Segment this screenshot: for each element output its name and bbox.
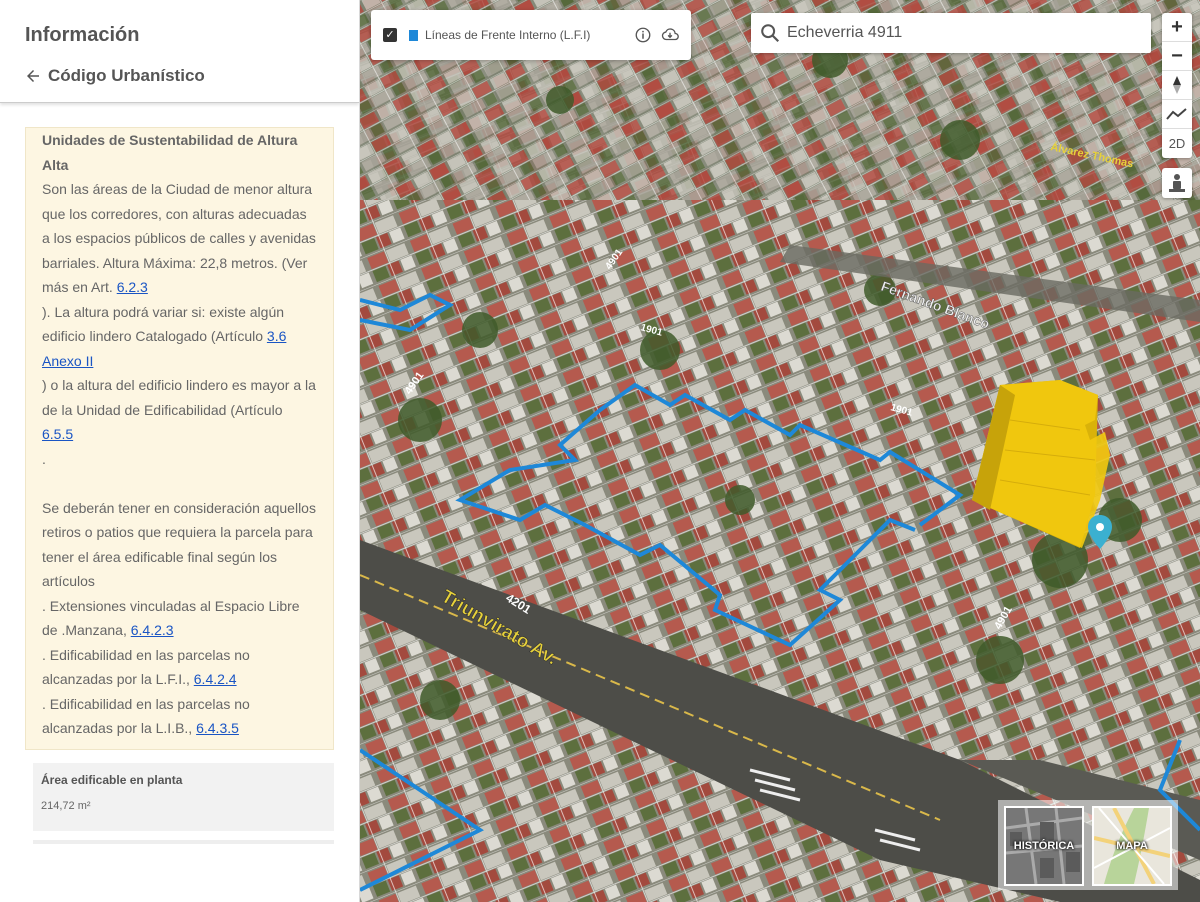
basemap-mapa[interactable]: MAPA bbox=[1092, 806, 1172, 886]
divider bbox=[33, 840, 334, 844]
layer-color-swatch bbox=[409, 29, 418, 41]
aerial-scene[interactable]: Triunvirato Av. Fernando Blanco Álvarez … bbox=[360, 0, 1200, 902]
zoom-out-button[interactable]: − bbox=[1162, 42, 1192, 71]
layer-label: Líneas de Frente Interno (L.F.I) bbox=[425, 28, 591, 42]
search-icon[interactable] bbox=[759, 22, 781, 44]
article-link-6-4-2-3[interactable]: 6.4.2.3 bbox=[131, 622, 174, 638]
info-sidebar: Información Código Urbanístico Unidades … bbox=[0, 0, 360, 902]
map-controls: + − 2D bbox=[1162, 13, 1192, 158]
terrain-icon bbox=[1166, 108, 1187, 120]
body-text: . bbox=[42, 450, 46, 467]
zoom-in-button[interactable]: + bbox=[1162, 13, 1192, 42]
map-3d-view[interactable]: Triunvirato Av. Fernando Blanco Álvarez … bbox=[360, 0, 1200, 902]
layer-checkbox[interactable]: ✓ bbox=[383, 28, 397, 42]
sidebar-title: Información bbox=[25, 24, 140, 46]
arrow-left-icon bbox=[27, 70, 39, 82]
address-search-input[interactable] bbox=[787, 24, 1127, 42]
pitch-button[interactable] bbox=[1162, 100, 1192, 129]
body-text: Son las áreas de la Ciudad de menor altu… bbox=[42, 181, 316, 295]
article-link-6-2-3[interactable]: 6.2.3 bbox=[117, 279, 148, 295]
section-heading: Unidades de Sustentabilidad de Altura Al… bbox=[42, 132, 298, 173]
buildable-area-card: Área edificable en planta 214,72 m² bbox=[33, 763, 334, 831]
pegman-icon bbox=[1169, 174, 1185, 192]
info-icon[interactable] bbox=[634, 26, 652, 44]
street-view-button[interactable] bbox=[1162, 168, 1192, 198]
article-link-6-5-5[interactable]: 6.5.5 bbox=[42, 426, 73, 442]
compass-icon bbox=[1173, 76, 1181, 94]
search-box bbox=[751, 13, 1151, 53]
buildable-area-value: 214,72 m² bbox=[41, 800, 91, 812]
article-link-6-4-2-4[interactable]: 6.4.2.4 bbox=[194, 671, 237, 687]
buildable-area-label: Área edificable en planta bbox=[41, 773, 183, 787]
back-button[interactable]: Código Urbanístico bbox=[24, 66, 205, 86]
compass-button[interactable] bbox=[1162, 71, 1192, 100]
basemap-label: MAPA bbox=[1116, 840, 1148, 852]
article-link-6-4-3-5[interactable]: 6.4.3.5 bbox=[196, 720, 239, 736]
back-label: Código Urbanístico bbox=[48, 66, 205, 85]
body-text: ). La altura podrá variar si: existe alg… bbox=[42, 303, 285, 345]
cloud-download-icon[interactable] bbox=[661, 26, 679, 44]
layer-panel: ✓ Líneas de Frente Interno (L.F.I) bbox=[371, 10, 691, 60]
sidebar-header: Información Código Urbanístico bbox=[0, 0, 359, 103]
toggle-2d-button[interactable]: 2D bbox=[1162, 129, 1192, 158]
section-body: Son las áreas de la Ciudad de menor altu… bbox=[42, 177, 317, 741]
zoning-info-box: Unidades de Sustentabilidad de Altura Al… bbox=[25, 127, 334, 750]
basemap-label: HISTÓRICA bbox=[1013, 840, 1075, 852]
body-text: ) o la altura del edificio lindero es ma… bbox=[42, 377, 316, 418]
basemap-switcher: HISTÓRICA MAPA bbox=[998, 800, 1178, 890]
basemap-historica[interactable]: HISTÓRICA bbox=[1004, 806, 1084, 886]
body-text: Se deberán tener en consideración aquell… bbox=[42, 499, 316, 590]
